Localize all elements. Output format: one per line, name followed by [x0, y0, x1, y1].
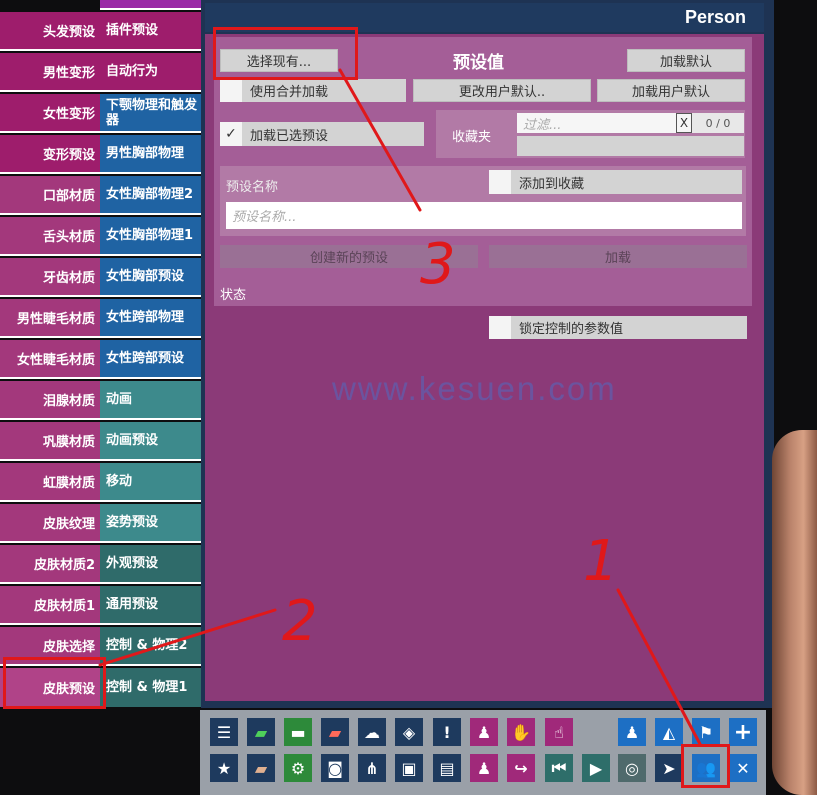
tab-jaw-physics[interactable]: 下颚物理和触发器 — [100, 94, 201, 133]
tab-female-hip-physics[interactable]: 女性跨部物理 — [100, 299, 201, 338]
load-user-default-button[interactable]: 加载用户默认 — [597, 79, 745, 102]
grab-icon[interactable]: ↪ — [507, 754, 535, 782]
tab-morph-preset[interactable]: 变形预设 — [0, 135, 100, 174]
tab-plugin-preset[interactable]: 插件预设 — [100, 12, 201, 51]
tab-animation-preset[interactable]: 动画预设 — [100, 422, 201, 461]
preset-name-input[interactable]: 预设名称... — [226, 202, 742, 229]
filter-count: 0 / 0 — [692, 113, 744, 133]
tab-move[interactable]: 移动 — [100, 463, 201, 502]
flag-icon[interactable]: ⚑ — [692, 718, 720, 746]
preset-title: 预设值 — [453, 53, 504, 73]
play-icon[interactable]: ▶ — [582, 754, 610, 782]
status-label: 状态 — [220, 288, 247, 303]
use-merge-load-label: 使用合并加载 — [250, 85, 329, 100]
tab-pose-preset[interactable]: 姿势预设 — [100, 504, 201, 543]
tab-male-breast-physics[interactable]: 男性胸部物理 — [100, 135, 201, 174]
person-icon[interactable]: ♟ — [618, 718, 646, 746]
change-user-default-button[interactable]: 更改用户默认.. — [413, 79, 591, 102]
menu-icon[interactable]: ☰ — [210, 718, 238, 746]
load-scene-icon[interactable]: ▰ — [321, 718, 349, 746]
hand-icon[interactable]: ✋ — [507, 718, 535, 746]
plus-icon[interactable]: + — [729, 718, 757, 746]
tab-appearance-preset[interactable]: 外观预设 — [100, 545, 201, 584]
tools-icon[interactable]: ✕ — [729, 754, 757, 782]
tab-male-lash-material[interactable]: 男性睫毛材质 — [0, 299, 100, 338]
package-icon[interactable]: ▣ — [395, 754, 423, 782]
skip-back-icon[interactable]: ⏮ — [545, 754, 573, 782]
favorites-dropdown[interactable] — [517, 136, 744, 156]
watermark: www.kesuen.com — [332, 370, 617, 407]
checkbox-empty[interactable] — [489, 170, 511, 194]
node-icon[interactable]: ⋔ — [358, 754, 386, 782]
document-icon[interactable]: ▤ — [433, 754, 461, 782]
star-icon[interactable]: ★ — [210, 754, 238, 782]
person-title: Person — [684, 7, 746, 27]
cursor-icon[interactable]: ➤ — [655, 754, 683, 782]
alert-icon[interactable]: ! — [433, 718, 461, 746]
add-to-favorites-label: 添加到收藏 — [519, 176, 585, 192]
load-button[interactable]: 加载 — [489, 245, 747, 268]
cube-icon[interactable]: ◈ — [395, 718, 423, 746]
lock-controlled-params-label: 锁定控制的参数值 — [519, 322, 624, 337]
add-person-icon[interactable]: ♟ — [470, 718, 498, 746]
load-default-button[interactable]: 加载默认 — [627, 49, 745, 72]
add-to-favorites-toggle[interactable]: 添加到收藏 — [489, 170, 742, 194]
skin-icon[interactable]: ▰ — [247, 754, 275, 782]
cloud-icon[interactable]: ☁ — [358, 718, 386, 746]
tab-female-morph[interactable]: 女性变形 — [0, 94, 100, 133]
tab-male-morph[interactable]: 男性变形 — [0, 53, 100, 92]
checkbox-empty[interactable] — [489, 316, 511, 339]
character-arm — [772, 430, 817, 795]
tab-skin-material-2[interactable]: 皮肤材质2 — [0, 545, 100, 584]
filter-clear-button[interactable]: X — [676, 113, 692, 133]
folder-gear-icon[interactable]: ⚙ — [284, 754, 312, 782]
favorites-label: 收藏夹 — [452, 130, 492, 145]
load-selected-preset-toggle[interactable]: ✓ 加载已选预设 — [220, 122, 424, 146]
filter-input[interactable]: 过滤... — [517, 113, 677, 133]
preset-name-label: 预设名称 — [226, 180, 279, 195]
tab-top-strip — [100, 0, 201, 10]
load-selected-preset-label: 加载已选预设 — [250, 128, 329, 144]
pointer-hand-icon[interactable]: ☝ — [545, 718, 573, 746]
annotation-box-1 — [681, 744, 730, 788]
save-scene-icon[interactable]: ▰ — [247, 718, 275, 746]
tab-mouth-material[interactable]: 口部材质 — [0, 176, 100, 215]
use-merge-load-toggle[interactable]: 使用合并加载 — [220, 79, 406, 102]
checkbox-empty[interactable] — [220, 79, 242, 102]
annotation-box-2 — [3, 657, 106, 709]
tab-hair-preset[interactable]: 头发预设 — [0, 12, 100, 51]
tab-female-breast-physics-2[interactable]: 女性胸部物理2 — [100, 176, 201, 215]
tab-auto-behavior[interactable]: 自动行为 — [100, 53, 201, 92]
lock-controlled-params-toggle[interactable]: 锁定控制的参数值 — [489, 316, 747, 339]
annotation-box-3 — [213, 27, 358, 80]
create-new-preset-button[interactable]: 创建新的预设 — [220, 245, 478, 268]
tab-teeth-material[interactable]: 牙齿材质 — [0, 258, 100, 297]
remove-person-icon[interactable]: ♟ — [470, 754, 498, 782]
target-icon[interactable]: ◎ — [618, 754, 646, 782]
tab-animation[interactable]: 动画 — [100, 381, 201, 420]
folder-icon[interactable]: ▬ — [284, 718, 312, 746]
tab-tear-material[interactable]: 泪腺材质 — [0, 381, 100, 420]
unity-icon[interactable]: ◭ — [655, 718, 683, 746]
tab-female-lash-material[interactable]: 女性睫毛材质 — [0, 340, 100, 379]
tab-female-breast-preset[interactable]: 女性胸部预设 — [100, 258, 201, 297]
tab-female-breast-physics-1[interactable]: 女性胸部物理1 — [100, 217, 201, 256]
camera-icon[interactable]: ◙ — [321, 754, 349, 782]
tab-tongue-material[interactable]: 舌头材质 — [0, 217, 100, 256]
tab-iris-material[interactable]: 虹膜材质 — [0, 463, 100, 502]
tab-sclera-material[interactable]: 巩膜材质 — [0, 422, 100, 461]
tab-female-hip-preset[interactable]: 女性跨部预设 — [100, 340, 201, 379]
tab-skin-texture[interactable]: 皮肤纹理 — [0, 504, 100, 543]
checkmark-icon[interactable]: ✓ — [220, 122, 242, 146]
tab-control-physics-2[interactable]: 控制 & 物理2 — [100, 627, 201, 666]
tab-general-preset[interactable]: 通用预设 — [100, 586, 201, 625]
tab-control-physics-1[interactable]: 控制 & 物理1 — [100, 668, 201, 707]
tab-skin-material-1[interactable]: 皮肤材质1 — [0, 586, 100, 625]
